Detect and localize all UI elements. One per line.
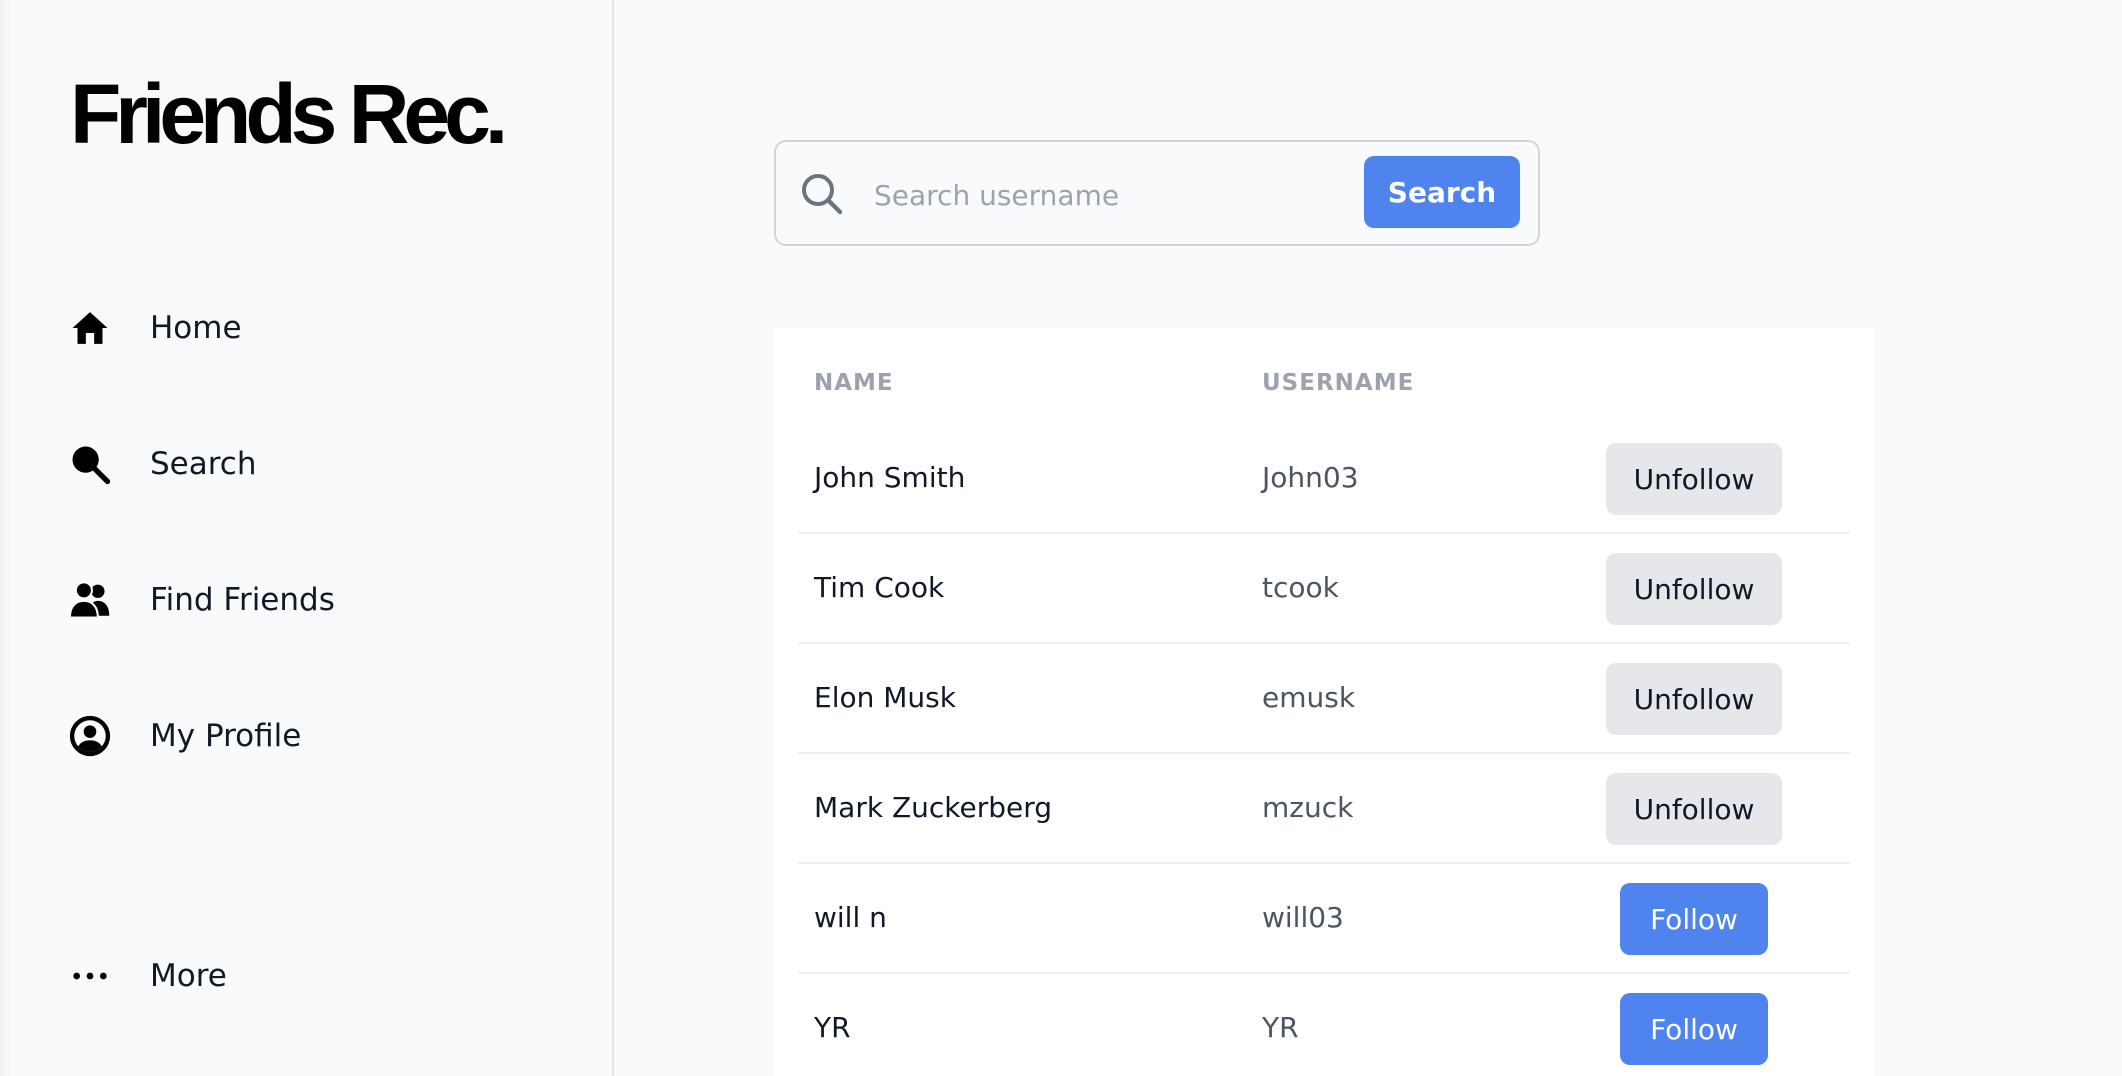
user-name: YR xyxy=(814,1011,851,1044)
user-username: tcook xyxy=(1262,571,1339,604)
table-row: YR YR Follow xyxy=(798,974,1850,1076)
table-row: John Smith John03 Unfollow xyxy=(798,424,1850,534)
user-name: John Smith xyxy=(814,461,966,494)
unfollow-button[interactable]: Unfollow xyxy=(1606,773,1782,845)
user-name: Elon Musk xyxy=(814,681,956,714)
user-username: YR xyxy=(1262,1011,1299,1044)
sidebar-item-label: Find Friends xyxy=(150,582,335,618)
users-table: NAME USERNAME John Smith John03 Unfollow… xyxy=(774,328,1874,1076)
search-icon xyxy=(68,442,112,486)
user-name: Mark Zuckerberg xyxy=(814,791,1053,824)
sidebar-item-search[interactable]: Search xyxy=(68,434,257,494)
user-name: will n xyxy=(814,901,887,934)
sidebar-item-my-profile[interactable]: My Profile xyxy=(68,706,301,766)
user-name: Tim Cook xyxy=(814,571,945,604)
sidebar: Friends Rec. Home Search Find Friends My… xyxy=(0,0,614,1076)
sidebar-item-home[interactable]: Home xyxy=(68,298,242,358)
user-username: will03 xyxy=(1262,901,1344,934)
home-icon xyxy=(68,306,112,350)
sidebar-item-find-friends[interactable]: Find Friends xyxy=(68,570,335,630)
unfollow-button[interactable]: Unfollow xyxy=(1606,663,1782,735)
table-row: Mark Zuckerberg mzuck Unfollow xyxy=(798,754,1850,864)
app-logo[interactable]: Friends Rec. xyxy=(70,72,508,156)
app-root: Friends Rec. Home Search Find Friends My… xyxy=(0,0,2122,1076)
search-bar: Search xyxy=(774,140,1540,246)
sidebar-item-more[interactable]: More xyxy=(68,946,227,1006)
unfollow-button[interactable]: Unfollow xyxy=(1606,443,1782,515)
sidebar-item-label: More xyxy=(150,958,227,994)
table-row: will n will03 Follow xyxy=(798,864,1850,974)
follow-button[interactable]: Follow xyxy=(1620,883,1768,955)
follow-button[interactable]: Follow xyxy=(1620,993,1768,1065)
table-header: NAME USERNAME xyxy=(814,370,1834,400)
column-header-name: NAME xyxy=(814,370,894,396)
column-header-username: USERNAME xyxy=(1262,370,1415,396)
user-circle-icon xyxy=(68,714,112,758)
sidebar-item-label: My Profile xyxy=(150,718,302,754)
search-icon xyxy=(798,170,846,218)
unfollow-button[interactable]: Unfollow xyxy=(1606,553,1782,625)
user-username: emusk xyxy=(1262,681,1356,714)
more-dots-icon xyxy=(68,954,112,998)
search-input[interactable] xyxy=(872,168,1316,222)
users-icon xyxy=(68,578,112,622)
user-username: John03 xyxy=(1262,461,1359,494)
sidebar-item-label: Home xyxy=(150,310,242,346)
sidebar-item-label: Search xyxy=(150,446,257,482)
user-username: mzuck xyxy=(1262,791,1354,824)
table-row: Elon Musk emusk Unfollow xyxy=(798,644,1850,754)
table-row: Tim Cook tcook Unfollow xyxy=(798,534,1850,644)
search-button[interactable]: Search xyxy=(1364,156,1520,228)
